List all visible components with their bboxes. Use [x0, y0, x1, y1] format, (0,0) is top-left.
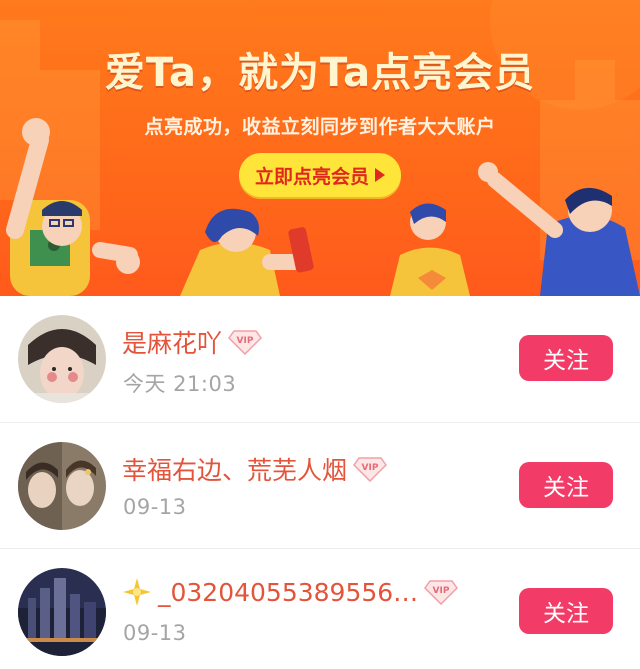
avatar[interactable] — [18, 442, 106, 530]
user-name[interactable]: 幸福右边、荒芜人烟 — [122, 451, 347, 487]
name-line: 是麻花吖 VIP — [122, 324, 262, 360]
svg-text:VIP: VIP — [237, 336, 254, 346]
banner-title: 爱Ta，就为Ta点亮会员 — [104, 50, 536, 96]
avatar[interactable] — [18, 315, 106, 403]
right-person-illustration — [390, 203, 470, 296]
list-item[interactable]: 幸福右边、荒芜人烟 VIP 09-13 关注 — [0, 422, 640, 548]
follower-list: 是麻花吖 VIP 今天 21:03 关注 幸福右边、荒芜人烟 VIP 09-13… — [0, 296, 640, 669]
follow-button[interactable]: 关注 — [519, 335, 613, 381]
follow-time: 09-13 — [123, 495, 187, 519]
activate-membership-label: 立即点亮会员 — [254, 165, 369, 188]
follow-time: 今天 21:03 — [123, 372, 237, 396]
activate-membership-button[interactable]: 立即点亮会员 — [239, 153, 401, 197]
list-item[interactable]: 是麻花吖 VIP 今天 21:03 关注 — [0, 296, 640, 422]
middle-person-illustration — [180, 208, 314, 296]
vip-diamond-icon: VIP — [424, 580, 459, 605]
user-name[interactable]: 是麻花吖 — [122, 324, 222, 360]
list-item[interactable]: _03204055389556… VIP 09-13 关注 — [0, 548, 640, 669]
sparkle-star-icon — [123, 578, 151, 606]
banner-subtitle: 点亮成功，收益立刻同步到作者大大账户 — [144, 116, 496, 138]
follow-time: 09-13 — [123, 621, 187, 645]
svg-text:VIP: VIP — [362, 463, 379, 473]
user-name[interactable]: _03204055389556… — [158, 578, 418, 607]
name-line: _03204055389556… VIP — [122, 577, 459, 607]
follow-button[interactable]: 关注 — [519, 462, 613, 508]
follow-button[interactable]: 关注 — [519, 588, 613, 634]
svg-text:VIP: VIP — [433, 586, 450, 596]
name-line: 幸福右边、荒芜人烟 VIP — [122, 451, 387, 487]
member-promo-banner: 爱Ta，就为Ta点亮会员 点亮成功，收益立刻同步到作者大大账户 立即点亮会员 — [0, 0, 640, 296]
vip-diamond-icon: VIP — [228, 330, 262, 355]
avatar[interactable] — [18, 568, 106, 656]
play-arrow-icon — [375, 168, 385, 182]
vip-diamond-icon: VIP — [353, 457, 387, 482]
